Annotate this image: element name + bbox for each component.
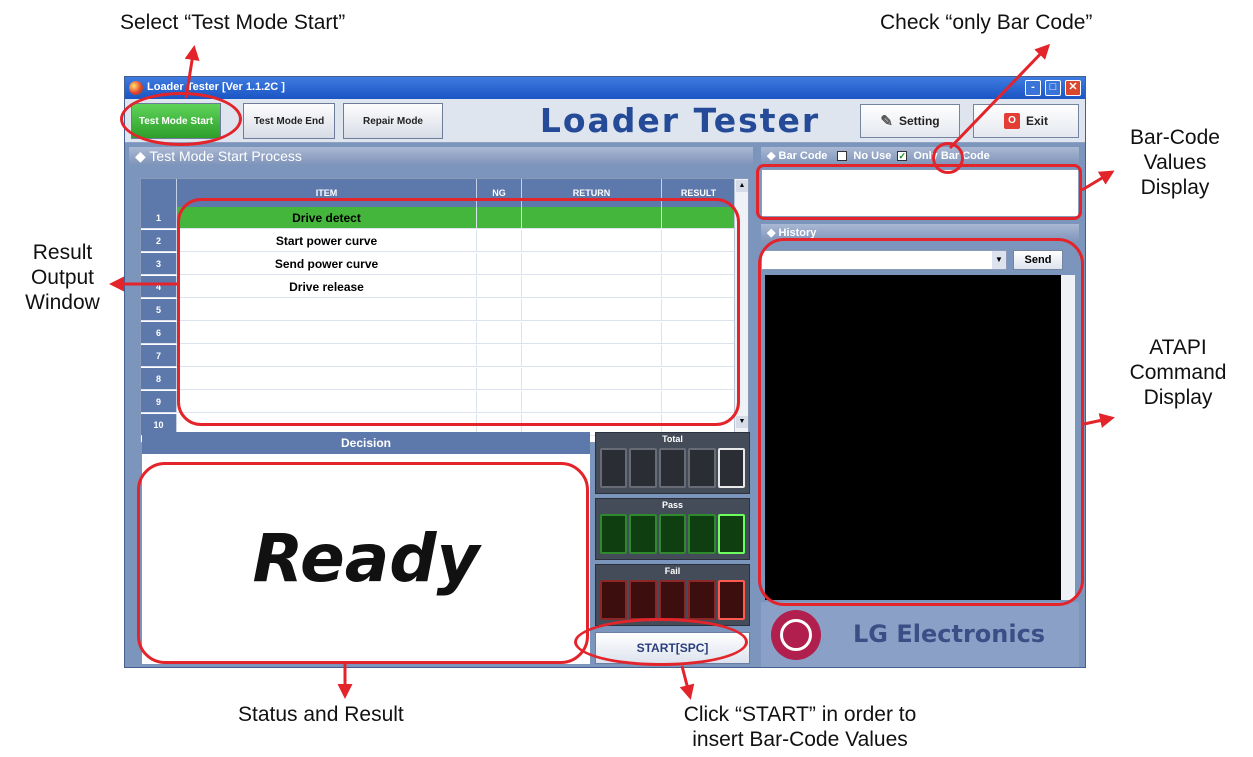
arrow-only-bar-code	[948, 43, 1051, 150]
arrow-test-mode-start	[184, 45, 200, 99]
callout-arrows	[109, 43, 1115, 700]
arrow-atapi-display	[1083, 413, 1115, 428]
arrow-click-start	[679, 665, 695, 700]
arrow-barcode-display	[1081, 170, 1115, 192]
